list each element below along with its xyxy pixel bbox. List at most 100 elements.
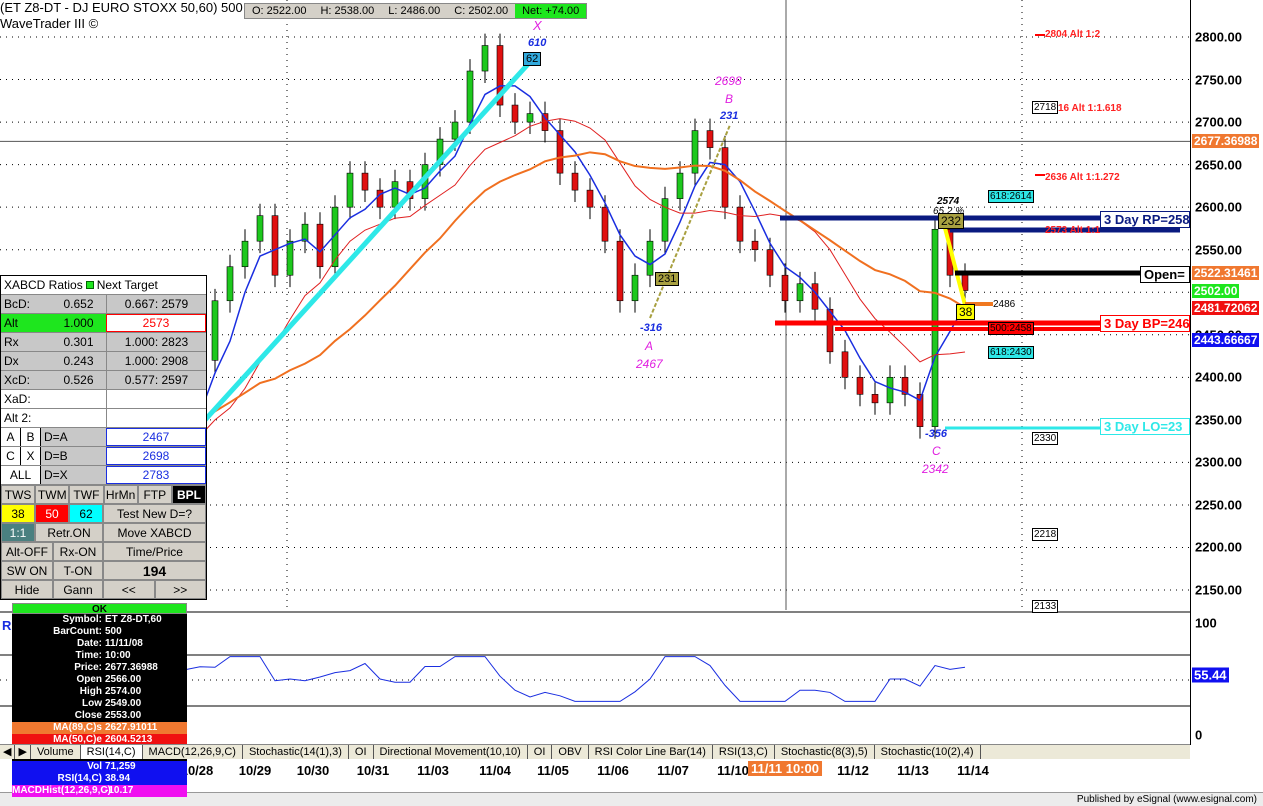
candle-body — [646, 240, 654, 276]
tab-rsi-13-c-[interactable]: RSI(13,C) — [713, 745, 775, 759]
tab-oi[interactable]: OI — [528, 745, 553, 759]
ohlc-bar: O: 2522.00 H: 2538.00 L: 2486.00 C: 2502.00… — [244, 3, 588, 19]
fib-38-button[interactable]: 38 — [1, 504, 35, 523]
candle-body — [286, 240, 294, 276]
tool-button-tws[interactable]: TWS — [1, 485, 36, 504]
tab-stochastic-8-3-5-[interactable]: Stochastic(8(3),5) — [775, 745, 875, 759]
ratio-label: Alt — [1, 314, 51, 332]
date-label: 11/11 10:00 — [748, 761, 822, 776]
candle-body — [571, 172, 579, 191]
data-row: Date: 11/11/08 — [12, 638, 187, 650]
data-label: Symbol: — [62, 614, 102, 625]
t-on-button[interactable]: T-ON — [53, 561, 103, 580]
retr-on-button[interactable]: Retr.ON — [35, 523, 103, 542]
rsi-value-badge: 55.44 — [1192, 667, 1229, 683]
tab-volume[interactable]: Volume — [31, 745, 81, 759]
fib-50-button[interactable]: 50 — [35, 504, 69, 523]
data-row: BarCount: 500 — [12, 626, 187, 638]
tool-button-hrmn[interactable]: HrMn — [103, 485, 138, 504]
rsi-tick-0: 0 — [1195, 727, 1203, 743]
footer-credit: Published by eSignal (www.esignal.com) — [1076, 794, 1257, 805]
candle-body — [796, 283, 804, 302]
d-target: 2698 — [106, 447, 206, 465]
ratio-target: 0.577: 2597 — [106, 371, 206, 389]
point-b-label: B — [725, 92, 734, 106]
tab-macd-12-26-9-c-[interactable]: MACD(12,26,9,C) — [143, 745, 243, 759]
tab-stochastic-14-1-3-[interactable]: Stochastic(14(1),3) — [243, 745, 349, 759]
ratio-1-1-button[interactable]: 1:1 — [1, 523, 35, 542]
candle-body — [856, 377, 864, 395]
net-change: Net: +74.00 — [515, 4, 587, 18]
hide-button[interactable]: Hide — [1, 580, 53, 599]
price-tick: 2400.00 — [1195, 369, 1242, 385]
tab-rsi-14-c-[interactable]: RSI(14,C) — [80, 745, 143, 759]
tab-oi[interactable]: OI — [349, 745, 374, 759]
tool-button-twf[interactable]: TWF — [69, 485, 104, 504]
tab-stochastic-10-2-4-[interactable]: Stochastic(10(2),4) — [875, 745, 981, 759]
candle-body — [601, 206, 609, 242]
tool-button-twm[interactable]: TWM — [35, 485, 70, 504]
scroll-right-button[interactable]: ▶ — [15, 745, 31, 759]
ratio-row: XcD: 0.526 0.577: 2597 — [1, 371, 206, 390]
price-tick: 2350.00 — [1195, 412, 1242, 428]
ratio-value: 0.526 — [51, 371, 106, 389]
c-value: -356 — [925, 428, 948, 440]
price-tick: 2800.00 — [1195, 29, 1242, 45]
d-option[interactable]: D=A — [41, 428, 106, 446]
data-label: Close — [74, 710, 102, 721]
point-x-button[interactable]: X — [21, 447, 41, 465]
price-tick: 2650.00 — [1195, 157, 1242, 173]
fib-row: 38 50 62 Test New D=? — [1, 504, 206, 523]
all-button[interactable]: ALL — [1, 466, 41, 484]
ok-button[interactable]: OK — [12, 603, 187, 615]
alt-off-button[interactable]: Alt-OFF — [1, 542, 53, 561]
tool-button-bpl[interactable]: BPL — [171, 485, 207, 504]
level-alt-1-1618: 16 Alt 1:1.618 — [1058, 103, 1122, 114]
price-axis[interactable]: 2800.00 2750.00 2700.00 2650.00 2600.00 2550.… — [1190, 0, 1263, 745]
tab-rsi-color-line-bar-14-[interactable]: RSI Color Line Bar(14) — [589, 745, 713, 759]
date-label: 11/07 — [657, 763, 689, 778]
price-badge: 2677.36988 — [1192, 134, 1260, 149]
d-option[interactable]: D=B — [41, 447, 106, 465]
data-row: Price: 2677.36988 — [12, 662, 187, 674]
xabcd-ratios-panel: XABCD Ratios Next Target BcD: 0.652 0.667: … — [0, 275, 207, 600]
rx-on-button[interactable]: Rx-ON — [53, 542, 103, 561]
candle-body — [361, 172, 369, 191]
ratio-target: 0.667: 2579 — [106, 295, 206, 313]
candle-body — [781, 274, 789, 302]
scroll-left-button[interactable]: ◀ — [0, 745, 16, 759]
prev-button[interactable]: << — [103, 580, 155, 599]
ratio-target: 1.000: 2823 — [106, 333, 206, 351]
fib-62-button[interactable]: 62 — [69, 504, 103, 523]
move-xabcd-button[interactable]: Move XABCD — [103, 523, 206, 542]
data-row: Close 2553.00 — [12, 710, 187, 722]
price-tick: 2150.00 — [1195, 582, 1242, 598]
data-value: 500 — [105, 626, 122, 637]
ratio-row: BcD: 0.652 0.667: 2579 — [1, 295, 206, 314]
test-new-d-button[interactable]: Test New D=? — [103, 504, 206, 523]
time-price-button[interactable]: Time/Price — [103, 542, 206, 561]
d-row: C X D=B 2698 — [1, 447, 206, 466]
tab-obv[interactable]: OBV — [552, 745, 589, 759]
tab-directional-movement-10-10-[interactable]: Directional Movement(10,10) — [374, 745, 528, 759]
sw-row: SW ON T-ON 194 — [1, 561, 206, 580]
price-tick: 2550.00 — [1195, 242, 1242, 258]
ratio-target: 1.000: 2908 — [106, 352, 206, 370]
ratio-value: 0.243 — [51, 352, 106, 370]
ratio-target — [106, 409, 206, 427]
high-value: H: 2538.00 — [320, 5, 375, 17]
next-button[interactable]: >> — [154, 580, 206, 599]
gann-button[interactable]: Gann — [53, 580, 103, 599]
d-target: 2783 — [106, 466, 206, 484]
point-a-button[interactable]: A — [1, 428, 21, 446]
ratio-row: XaD: — [1, 390, 206, 409]
point-b-button[interactable]: B — [21, 428, 41, 446]
ma89-value: 2627.91011 — [105, 722, 158, 733]
candle-body — [271, 215, 279, 276]
data-label: BarCount: — [53, 626, 102, 637]
price-tick: 2300.00 — [1195, 454, 1242, 470]
tool-button-ftp[interactable]: FTP — [137, 485, 172, 504]
point-c-button[interactable]: C — [1, 447, 21, 465]
d-option[interactable]: D=X — [41, 466, 106, 484]
sw-on-button[interactable]: SW ON — [1, 561, 53, 580]
